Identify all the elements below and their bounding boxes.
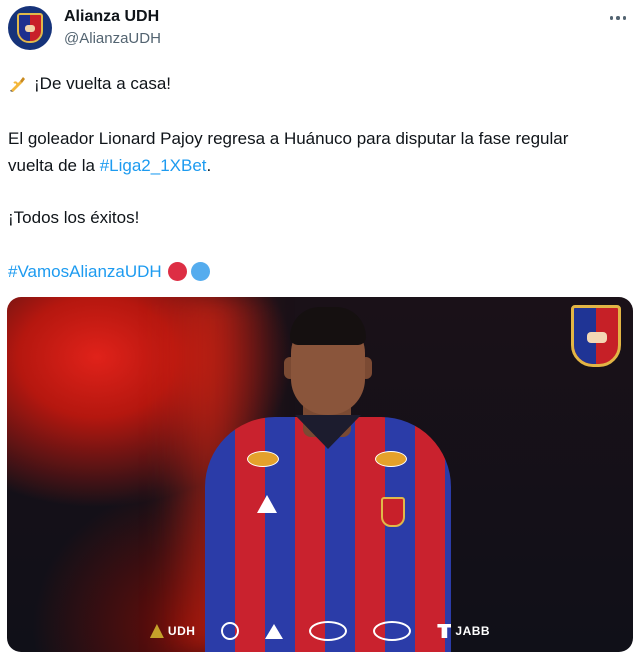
jersey-sponsor-badge: [247, 451, 279, 467]
sponsor-oval-logo: [309, 621, 348, 641]
sponsor-jabb-label: JABB: [455, 624, 491, 638]
triangle-logo-icon: [265, 623, 284, 639]
oval-logo-icon: [373, 621, 412, 641]
blue-circle-emoji: [190, 262, 210, 281]
tweet-media-image[interactable]: UDH JABB: [7, 297, 633, 652]
red-circle-emoji: [167, 262, 187, 281]
player-figure: [195, 297, 455, 652]
tweet-line-2: El goleador Lionard Pajoy regresa a Huán…: [8, 129, 569, 148]
player-hair: [290, 307, 366, 345]
tweet-headline: ¡De vuelta a casa!: [34, 74, 172, 93]
sponsor-strip: UDH JABB: [7, 618, 633, 644]
tweet-line-3-suffix: .: [206, 156, 212, 175]
jersey-crest-icon: [381, 497, 405, 527]
tweet-line-4: ¡Todos los éxitos!: [8, 208, 140, 227]
writing-hand-icon: [10, 77, 25, 92]
hashtag-vamos-link[interactable]: #VamosAlianzaUDH: [8, 262, 162, 281]
sponsor-jabb: JABB: [437, 624, 490, 638]
tweet-line-3-prefix: vuelta de la: [8, 156, 100, 175]
performance-logo-icon: [257, 495, 277, 513]
sponsor-oval-logo-2: [373, 621, 412, 641]
sponsor-performance: [265, 623, 284, 639]
oval-logo-icon: [309, 621, 348, 641]
sponsor-udh: UDH: [149, 624, 196, 638]
udh-logo-icon: [149, 624, 164, 638]
tweet-card: Alianza UDH @AlianzaUDH ¡De vuelta a cas…: [0, 0, 640, 657]
tweet-line-5: #VamosAlianzaUDH: [8, 261, 210, 283]
author-name[interactable]: Alianza UDH: [64, 8, 159, 26]
sponsor-udh-label: UDH: [167, 624, 196, 638]
author-handle[interactable]: @AlianzaUDH: [64, 30, 161, 47]
jersey-sponsor-badge: [375, 451, 407, 467]
handshake-icon: [587, 332, 607, 343]
tweet-line-3: vuelta de la #Liga2_1XBet.: [8, 155, 211, 177]
jabb-logo-icon: [437, 624, 452, 638]
club-crest-icon: [17, 13, 43, 43]
player-jersey: [205, 417, 451, 652]
sponsor-circle-logo: [221, 622, 240, 640]
hashtag-liga2-link[interactable]: #Liga2_1XBet: [100, 156, 207, 175]
tweet-line-1: ¡De vuelta a casa!: [8, 73, 171, 95]
more-options-icon[interactable]: [606, 10, 630, 26]
circle-logo-icon: [221, 622, 240, 640]
club-badge-icon: [571, 305, 621, 367]
author-avatar[interactable]: [8, 6, 52, 50]
